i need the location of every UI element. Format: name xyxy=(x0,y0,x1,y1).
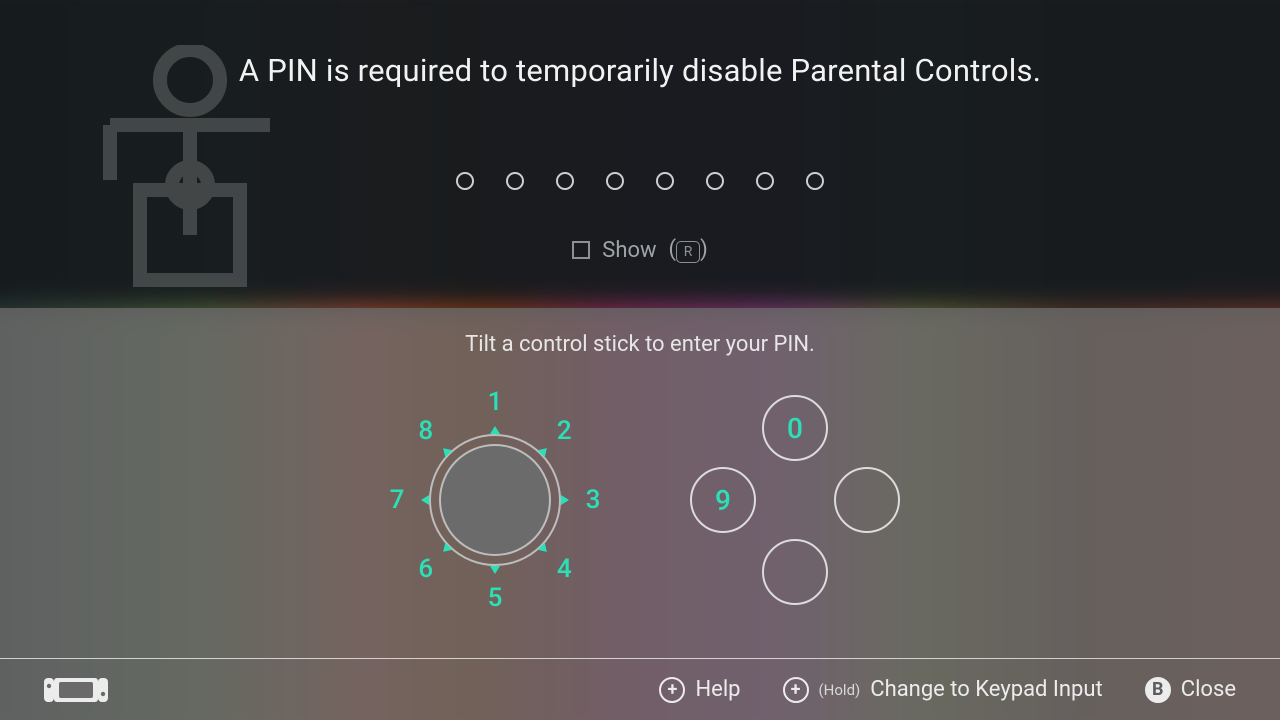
pin-dot xyxy=(606,172,624,190)
dial-number-2: 2 xyxy=(549,416,579,446)
controller-icon xyxy=(44,676,108,704)
page-title: A PIN is required to temporarily disable… xyxy=(0,52,1280,89)
dpad-up-button[interactable]: 0 xyxy=(762,395,828,461)
b-button-icon: B xyxy=(1145,677,1171,703)
pin-input-dots xyxy=(0,172,1280,190)
close-hint[interactable]: B Close xyxy=(1145,677,1236,703)
change-input-label: Change to Keypad Input xyxy=(870,677,1102,702)
dial-number-5: 5 xyxy=(480,583,510,613)
pin-dot xyxy=(706,172,724,190)
help-label: Help xyxy=(695,677,740,702)
plus-icon: + xyxy=(659,677,685,703)
pin-dot xyxy=(806,172,824,190)
dpad-down-button[interactable] xyxy=(762,539,828,605)
footer-bar: + Help + (Hold) Change to Keypad Input B… xyxy=(0,658,1280,720)
dial-number-7: 7 xyxy=(382,485,412,515)
pin-dot xyxy=(556,172,574,190)
instruction-text: Tilt a control stick to enter your PIN. xyxy=(0,332,1280,357)
dpad-right-button[interactable] xyxy=(834,467,900,533)
pin-dot xyxy=(756,172,774,190)
pin-dot xyxy=(506,172,524,190)
dial-number-8: 8 xyxy=(411,416,441,446)
dpad-left-button[interactable]: 9 xyxy=(690,467,756,533)
stick-dial[interactable]: 12345678 xyxy=(395,400,595,600)
close-label: Close xyxy=(1181,677,1236,702)
dial-number-3: 3 xyxy=(578,485,608,515)
dial-number-6: 6 xyxy=(411,554,441,584)
show-pin-label: Show xyxy=(602,238,656,263)
dial-number-4: 4 xyxy=(549,554,579,584)
dial-number-1: 1 xyxy=(480,387,510,417)
pin-dot xyxy=(456,172,474,190)
plus-icon: + xyxy=(783,677,809,703)
hold-label: (Hold) xyxy=(819,681,861,699)
change-input-hint[interactable]: + (Hold) Change to Keypad Input xyxy=(783,677,1103,703)
help-hint[interactable]: + Help xyxy=(659,677,740,703)
stick-center-icon xyxy=(439,444,551,556)
dpad-buttons: 0 9 xyxy=(690,395,900,605)
checkbox-icon xyxy=(572,241,590,259)
show-pin-toggle[interactable]: Show (R) xyxy=(0,237,1280,263)
r-button-badge: (R) xyxy=(669,237,708,263)
pin-dot xyxy=(656,172,674,190)
